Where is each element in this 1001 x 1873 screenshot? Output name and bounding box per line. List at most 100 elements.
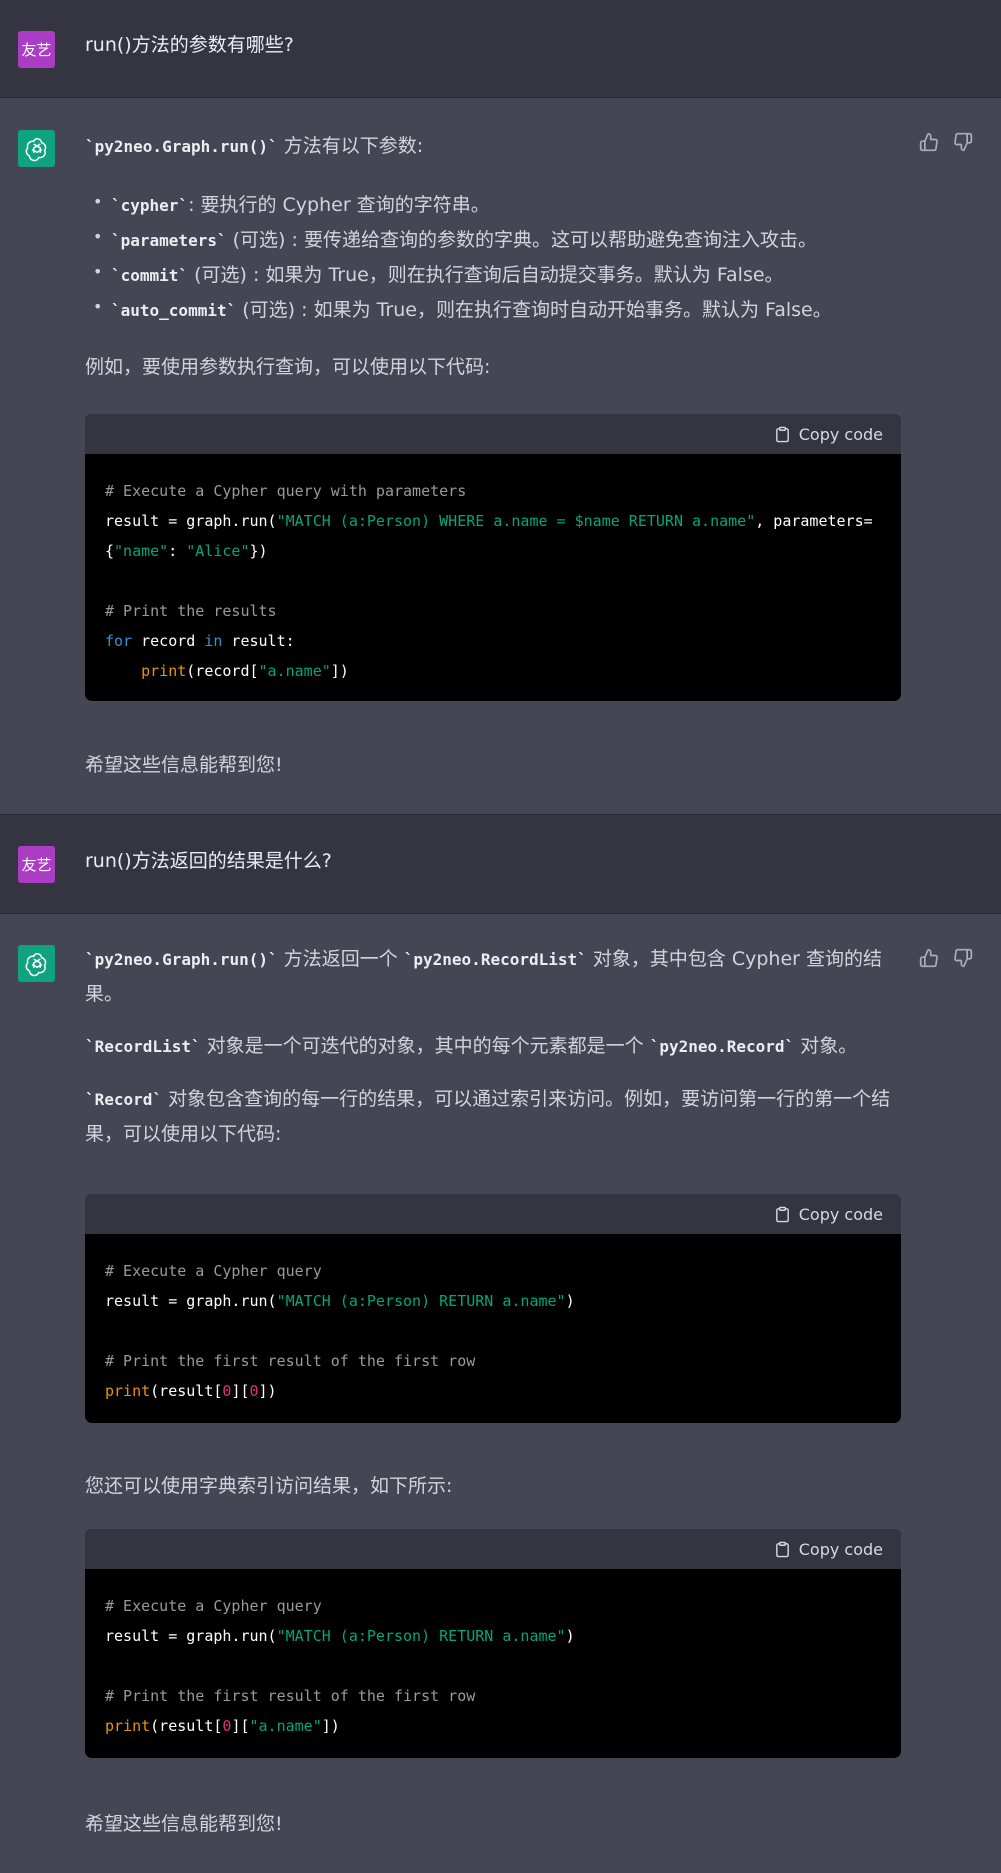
code-content: # Execute a Cypher query with parameters…: [85, 454, 901, 701]
copy-code-label: Copy code: [798, 1539, 883, 1559]
param-desc: (可选) : 如果为 True，则在执行查询后自动提交事务。默认为 False。: [188, 264, 784, 286]
copy-code-label: Copy code: [798, 1204, 883, 1224]
code-text: result = graph.run(: [105, 1292, 277, 1310]
code-content: # Execute a Cypher query result = graph.…: [85, 1569, 901, 1758]
user-question-text: run()方法返回的结果是什么?: [85, 850, 332, 872]
copy-code-button[interactable]: Copy code: [774, 1537, 883, 1561]
code-text: (result[: [150, 1382, 223, 1400]
list-item: `cypher`: 要执行的 Cypher 查询的字符串。: [85, 184, 901, 223]
code-text: result = graph.run(: [105, 512, 277, 530]
code-string: "MATCH (a:Person) RETURN a.name": [276, 1292, 566, 1310]
thumbs-down-icon[interactable]: [953, 132, 973, 152]
code-text: ][: [231, 1717, 250, 1735]
code-header: Copy code: [85, 414, 901, 454]
code-text: (result[: [150, 1717, 223, 1735]
clipboard-icon: [775, 1206, 789, 1222]
para-text: 方法返回一个: [277, 948, 404, 970]
feedback-buttons: [919, 132, 973, 152]
code-text: {: [105, 542, 115, 560]
return-paragraph: `py2neo.Graph.run()` 方法返回一个 `py2neo.Reco…: [85, 942, 905, 1011]
inline-code: `py2neo.Graph.run()`: [85, 137, 278, 156]
user-avatar: 友艺: [18, 31, 55, 68]
param-name: `parameters`: [111, 231, 227, 250]
code-string: "MATCH (a:Person) RETURN a.name": [276, 1627, 566, 1645]
param-desc: : 要执行的 Cypher 查询的字符串。: [188, 194, 490, 216]
list-item: `parameters` (可选) : 要传递给查询的参数的字典。这可以帮助避免…: [85, 219, 901, 258]
code-string: "MATCH (a:Person) WHERE a.name = $name R…: [276, 512, 756, 530]
code-text: ): [565, 1627, 575, 1645]
recordlist-paragraph: `RecordList` 对象是一个可迭代的对象，其中的每个元素都是一个 `py…: [85, 1029, 905, 1064]
user-question-text: run()方法的参数有哪些?: [85, 34, 294, 56]
code-block-1: Copy code # Execute a Cypher query with …: [85, 414, 901, 701]
code-block-3: Copy code # Execute a Cypher query resul…: [85, 1529, 901, 1758]
code-text: ]): [330, 662, 349, 680]
para-text: 对象是一个可迭代的对象，其中的每个元素都是一个: [200, 1035, 650, 1057]
code-content: # Execute a Cypher query result = graph.…: [85, 1234, 901, 1423]
code-builtin: print: [105, 1382, 151, 1400]
code-header: Copy code: [85, 1529, 901, 1569]
closing-text: 希望这些信息能帮到您!: [85, 754, 283, 776]
code-text: , parameters=: [755, 512, 873, 530]
code-string: "name": [114, 542, 169, 560]
code-keyword: in: [204, 632, 223, 650]
method-intro: `py2neo.Graph.run()` 方法有以下参数:: [85, 129, 901, 164]
para-text: 对象。: [794, 1035, 858, 1057]
param-name: `auto_commit`: [111, 301, 237, 320]
assistant-response-1-body: `py2neo.Graph.run()` 方法有以下参数: `cypher`: …: [85, 129, 901, 384]
code-text: ): [565, 1292, 575, 1310]
code-builtin: print: [141, 662, 187, 680]
clipboard-icon: [775, 1541, 789, 1557]
code-text: result:: [222, 632, 295, 650]
para-text: 对象包含查询的每一行的结果，可以通过索引来访问。例如，要访问第一行的第一个结果，…: [85, 1088, 891, 1145]
inline-code: `py2neo.Record`: [649, 1037, 795, 1056]
code-string: "a.name": [249, 1717, 322, 1735]
assistant-response-2-body: `py2neo.Graph.run()` 方法返回一个 `py2neo.Reco…: [85, 942, 905, 1151]
code-keyword: for: [105, 632, 133, 650]
closing-text: 希望这些信息能帮到您!: [85, 1813, 283, 1835]
assistant-message-2: `py2neo.Graph.run()` 方法返回一个 `py2neo.Reco…: [0, 914, 1001, 1873]
code-comment: # Print the first result of the first ro…: [105, 1687, 476, 1705]
clipboard-icon: [775, 426, 789, 442]
param-desc: (可选) : 要传递给查询的参数的字典。这可以帮助避免查询注入攻击。: [226, 229, 817, 251]
code-comment: # Print the results: [105, 602, 277, 620]
param-desc: (可选) : 如果为 True，则在执行查询时自动开始事务。默认为 False。: [236, 299, 832, 321]
openai-logo-icon: [25, 137, 46, 161]
list-item: `auto_commit` (可选) : 如果为 True，则在执行查询时自动开…: [85, 289, 901, 328]
user-avatar: 友艺: [18, 846, 55, 883]
copy-code-button[interactable]: Copy code: [774, 422, 883, 446]
code-comment: # Execute a Cypher query with parameters: [105, 482, 467, 500]
assistant-avatar: [18, 945, 55, 982]
code-builtin: print: [105, 1717, 151, 1735]
code-number: 0: [249, 1382, 259, 1400]
dict-index-text: 您还可以使用字典索引访问结果，如下所示:: [85, 1475, 453, 1497]
inline-code: `py2neo.RecordList`: [403, 950, 587, 969]
code-text: :: [168, 542, 187, 560]
code-string: "Alice": [186, 542, 250, 560]
code-text: result = graph.run(: [105, 1627, 277, 1645]
record-paragraph: `Record` 对象包含查询的每一行的结果，可以通过索引来访问。例如，要访问第…: [85, 1082, 905, 1151]
param-name: `commit`: [111, 266, 189, 285]
thumbs-up-icon[interactable]: [919, 948, 939, 968]
feedback-buttons: [919, 948, 973, 968]
code-comment: # Execute a Cypher query: [105, 1597, 322, 1615]
inline-code: `Record`: [85, 1090, 163, 1109]
assistant-message-1: `py2neo.Graph.run()` 方法有以下参数: `cypher`: …: [0, 98, 1001, 814]
list-item: `commit` (可选) : 如果为 True，则在执行查询后自动提交事务。默…: [85, 254, 901, 293]
code-string: "a.name": [258, 662, 331, 680]
code-text: ]): [321, 1717, 340, 1735]
intro-text: 方法有以下参数:: [277, 135, 424, 157]
param-name: `cypher`: [111, 196, 189, 215]
inline-code: `RecordList`: [85, 1037, 201, 1056]
param-list: `cypher`: 要执行的 Cypher 查询的字符串。 `parameter…: [85, 184, 901, 328]
code-comment: # Execute a Cypher query: [105, 1262, 322, 1280]
user-message-2: 友艺 run()方法返回的结果是什么?: [0, 814, 1001, 914]
thumbs-down-icon[interactable]: [953, 948, 973, 968]
thumbs-up-icon[interactable]: [919, 132, 939, 152]
copy-code-button[interactable]: Copy code: [774, 1202, 883, 1226]
code-header: Copy code: [85, 1194, 901, 1234]
code-text: ][: [231, 1382, 250, 1400]
assistant-avatar: [18, 130, 55, 167]
code-block-2: Copy code # Execute a Cypher query resul…: [85, 1194, 901, 1423]
copy-code-label: Copy code: [798, 424, 883, 444]
